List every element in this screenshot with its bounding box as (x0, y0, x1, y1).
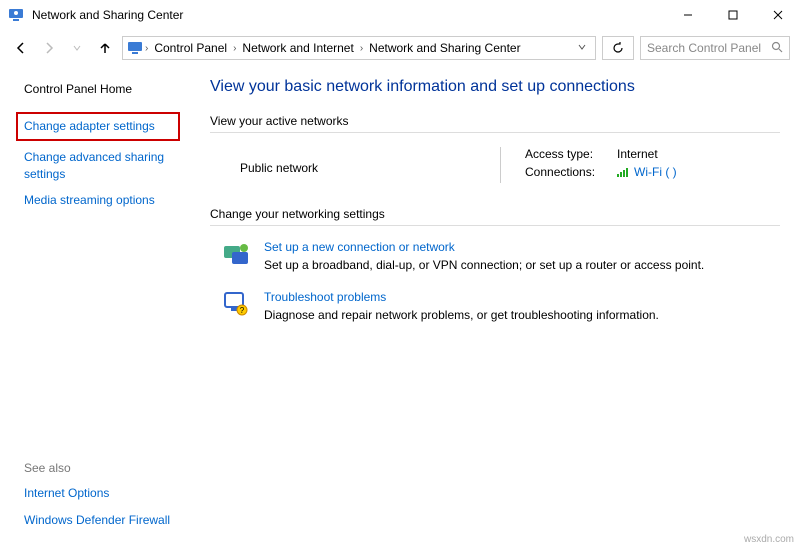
close-button[interactable] (755, 0, 800, 30)
address-bar[interactable]: › Control Panel › Network and Internet ›… (122, 36, 596, 60)
active-networks-label: View your active networks (210, 114, 780, 128)
active-network: Public network Access type: Internet Con… (240, 147, 780, 183)
media-streaming-options-link[interactable]: Media streaming options (24, 192, 184, 209)
network-center-icon (8, 7, 24, 23)
window-controls (665, 0, 800, 30)
back-button[interactable] (10, 37, 32, 59)
task-troubleshoot-desc: Diagnose and repair network problems, or… (264, 308, 659, 322)
breadcrumb-network-sharing[interactable]: Network and Sharing Center (365, 41, 524, 55)
change-settings-label: Change your networking settings (210, 207, 780, 221)
task-setup-connection: Set up a new connection or network Set u… (222, 240, 780, 272)
windows-defender-firewall-link[interactable]: Windows Defender Firewall (24, 512, 184, 529)
wifi-signal-icon (617, 168, 628, 177)
window-title: Network and Sharing Center (32, 8, 183, 22)
search-input[interactable]: Search Control Panel (640, 36, 790, 60)
troubleshoot-icon: ? (222, 290, 250, 318)
wifi-connection-link[interactable]: Wi-Fi ( ) (617, 165, 677, 179)
main-panel: View your basic network information and … (192, 66, 800, 549)
network-name: Public network (240, 161, 500, 175)
access-type-key: Access type: (525, 147, 609, 161)
recent-dropdown[interactable] (66, 37, 88, 59)
see-also: See also Internet Options Windows Defend… (24, 461, 184, 529)
highlighted-link: Change adapter settings (16, 112, 180, 141)
maximize-button[interactable] (710, 0, 755, 30)
svg-text:?: ? (240, 306, 245, 315)
up-button[interactable] (94, 37, 116, 59)
task-troubleshoot: ? Troubleshoot problems Diagnose and rep… (222, 290, 780, 322)
access-type-value: Internet (617, 147, 658, 161)
search-icon (771, 41, 783, 56)
setup-connection-icon (222, 240, 250, 268)
network-center-icon (127, 40, 143, 56)
internet-options-link[interactable]: Internet Options (24, 485, 184, 502)
chevron-right-icon[interactable]: › (233, 43, 236, 54)
task-setup-desc: Set up a broadband, dial-up, or VPN conn… (264, 258, 704, 272)
chevron-right-icon[interactable]: › (145, 43, 148, 54)
forward-button[interactable] (38, 37, 60, 59)
search-placeholder: Search Control Panel (647, 41, 761, 55)
titlebar: Network and Sharing Center (0, 0, 800, 30)
control-panel-home-link[interactable]: Control Panel Home (24, 82, 184, 96)
address-dropdown-icon[interactable] (577, 41, 587, 55)
refresh-button[interactable] (602, 36, 634, 60)
change-adapter-settings-link[interactable]: Change adapter settings (24, 118, 172, 135)
chevron-right-icon[interactable]: › (360, 43, 363, 54)
navbar: › Control Panel › Network and Internet ›… (0, 30, 800, 66)
breadcrumb-control-panel[interactable]: Control Panel (150, 41, 231, 55)
change-advanced-sharing-link[interactable]: Change advanced sharing settings (24, 149, 184, 183)
task-setup-title[interactable]: Set up a new connection or network (264, 240, 704, 254)
minimize-button[interactable] (665, 0, 710, 30)
source-note: wsxdn.com (744, 534, 794, 545)
sidebar: Control Panel Home Change adapter settin… (0, 66, 192, 549)
page-title: View your basic network information and … (210, 78, 780, 96)
connections-key: Connections: (525, 165, 609, 179)
breadcrumb-network-internet[interactable]: Network and Internet (238, 41, 357, 55)
see-also-label: See also (24, 461, 184, 475)
task-troubleshoot-title[interactable]: Troubleshoot problems (264, 290, 659, 304)
